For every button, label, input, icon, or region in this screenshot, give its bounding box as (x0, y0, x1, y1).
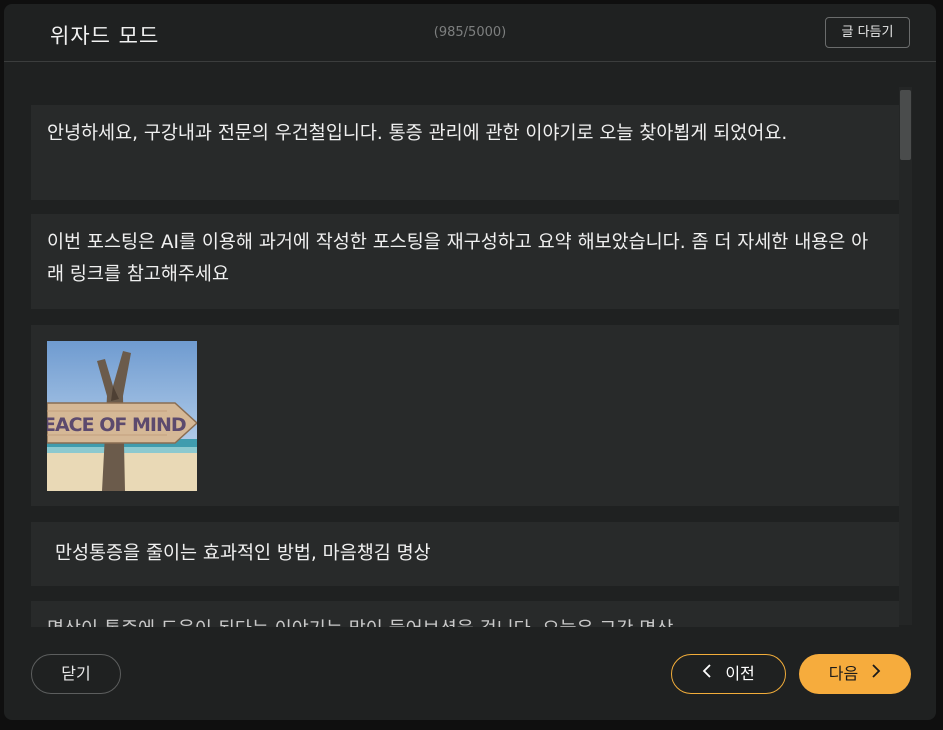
text-block-content: 안녕하세요, 구강내과 전문의 우건철입니다. 통증 관리에 관한 이야기로 오… (47, 123, 788, 144)
previous-button-label: 이전 (725, 664, 755, 683)
text-block[interactable]: 이번 포스팅은 AI를 이용해 과거에 작성한 포스팅을 재구성하고 요약 해보… (31, 214, 899, 309)
character-counter: (985/5000) (433, 25, 507, 40)
content-area[interactable]: 안녕하세요, 구강내과 전문의 우건철입니다. 통증 관리에 관한 이야기로 오… (4, 63, 936, 627)
text-block[interactable]: 명상이 통증에 도움이 된다는 이야기는 많이 들어보셨을 겁니다. 오늘은 그… (31, 601, 899, 627)
scrollbar-thumb[interactable] (900, 90, 911, 160)
text-block[interactable]: 안녕하세요, 구강내과 전문의 우건철입니다. 통증 관리에 관한 이야기로 오… (31, 105, 899, 200)
text-block-content: 명상이 통증에 도움이 된다는 이야기는 많이 들어보셨을 겁니다. 오늘은 그… (31, 601, 899, 627)
modal-footer: 닫기 이전 다음 (4, 627, 936, 720)
scrollbar[interactable] (899, 87, 912, 625)
chevron-left-icon (702, 654, 712, 692)
image-block[interactable]: EACE OF MIND (31, 325, 899, 506)
text-block-content: 만성통증을 줄이는 효과적인 방법, 마음챙김 명상 (55, 543, 431, 564)
close-button[interactable]: 닫기 (31, 654, 121, 694)
text-block-content: 이번 포스팅은 AI를 이용해 과거에 작성한 포스팅을 재구성하고 요약 해보… (47, 232, 869, 285)
modal-header: 위자드 모드 (985/5000) 글 다듬기 (4, 4, 936, 62)
chevron-right-icon (871, 653, 881, 693)
tidy-text-button[interactable]: 글 다듬기 (825, 17, 910, 48)
image-sign-text: EACE OF MIND (47, 414, 186, 436)
wizard-modal: 위자드 모드 (985/5000) 글 다듬기 안녕하세요, 구강내과 전문의 … (4, 4, 936, 720)
next-button[interactable]: 다음 (799, 654, 911, 694)
peace-of-mind-image: EACE OF MIND (47, 341, 197, 491)
text-block[interactable]: 만성통증을 줄이는 효과적인 방법, 마음챙김 명상 (31, 522, 899, 586)
next-button-label: 다음 (828, 664, 859, 683)
previous-button[interactable]: 이전 (671, 654, 786, 694)
